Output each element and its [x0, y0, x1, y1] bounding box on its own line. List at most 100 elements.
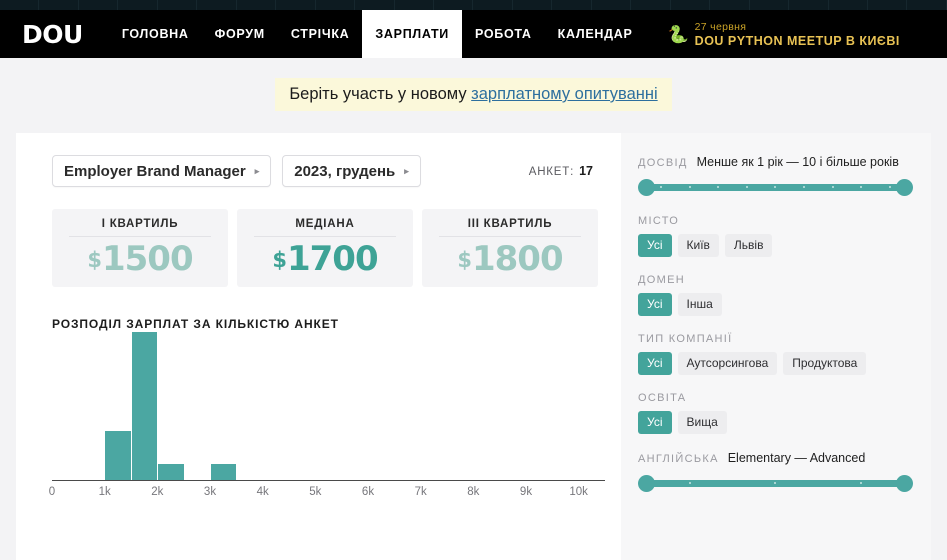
filter-experience-label: ДОСВІД — [638, 157, 688, 169]
chart-x-axis: 0 1k 2k 3k 4k 5k 6k 7k 8k 9k 10k — [49, 483, 605, 505]
chart-plot-area — [52, 321, 605, 481]
slider-tick — [831, 186, 834, 188]
filter-chip-0[interactable]: Усі — [638, 352, 672, 375]
experience-slider-handle-min[interactable] — [638, 178, 655, 196]
filter-chip-1[interactable]: Аутсорсингова — [677, 352, 778, 375]
salaries-panel: Employer Brand Manager ▸ 2023, грудень ▸… — [16, 133, 931, 560]
nav-item-2[interactable]: СТРІЧКА — [278, 10, 363, 58]
filter-english-label: АНГЛІЙСЬКА — [638, 453, 719, 465]
filter-chip-0[interactable]: Усі — [638, 411, 672, 434]
strip-segment — [868, 0, 908, 10]
strip-segment — [710, 0, 750, 10]
stat-card-value: $1700 — [272, 239, 378, 279]
nav-item-4[interactable]: РОБОТА — [462, 10, 545, 58]
chart-bar[interactable] — [210, 463, 237, 480]
strip-segment — [316, 0, 356, 10]
filter-english-range: Elementary — Advanced — [727, 451, 866, 465]
x-axis-tick-label: 5k — [309, 486, 322, 498]
responses-count: АНКЕТ: 17 — [529, 164, 601, 178]
experience-slider-track[interactable] — [647, 183, 904, 191]
chart-bar[interactable] — [104, 430, 131, 480]
filter-chip-2[interactable]: Продуктова — [783, 352, 867, 375]
strip-segment — [237, 0, 277, 10]
strip-segment — [39, 0, 79, 10]
filter-chip-1[interactable]: Вища — [677, 411, 727, 434]
english-range-slider[interactable] — [638, 472, 913, 494]
survey-banner-text: Беріть участь у новому — [289, 85, 472, 103]
slider-tick — [803, 186, 805, 188]
x-axis-tick-label: 8k — [467, 486, 480, 498]
strip-segment — [158, 0, 198, 10]
stat-card-title: I КВАРТИЛЬ — [69, 218, 211, 237]
strip-segment — [395, 0, 434, 10]
english-slider-handle-max[interactable] — [896, 474, 913, 492]
responses-count-label: АНКЕТ: — [528, 166, 575, 178]
strip-segment — [907, 0, 947, 10]
filter-city: МІСТО Усі Київ Львів — [638, 215, 913, 257]
strip-segment — [118, 0, 158, 10]
stat-card-value: $1500 — [87, 239, 193, 279]
filter-domain-chips: Усі Інша — [638, 293, 913, 316]
filter-chip-1[interactable]: Інша — [677, 293, 722, 316]
period-select-value: 2023, грудень — [294, 162, 396, 180]
slider-tick — [745, 186, 748, 188]
x-axis-tick-label: 10k — [569, 486, 588, 498]
salaries-main: Employer Brand Manager ▸ 2023, грудень ▸… — [16, 133, 621, 560]
filter-experience: ДОСВІД Менше як 1 рік — 10 і більше рокі… — [638, 155, 913, 198]
promo-banner-link[interactable]: 🐍 27 червня DOU PYTHON MEETUP В КИЄВІ — [668, 10, 900, 58]
filter-company-type: ТИП КОМПАНІЇ Усі Аутсорсингова Продуктова — [638, 333, 913, 375]
survey-banner-link[interactable]: зарплатному опитуванні — [471, 85, 657, 103]
x-axis-tick-label: 7k — [414, 486, 427, 498]
slider-tick — [688, 186, 691, 188]
filter-company-type-chips: Усі Аутсорсингова Продуктова — [638, 352, 913, 375]
stat-card-title: МЕДІАНА — [254, 218, 396, 237]
filter-domain-label: ДОМЕН — [638, 274, 685, 286]
filter-chip-0[interactable]: Усі — [638, 234, 672, 257]
x-axis-tick-label: 3k — [203, 486, 217, 498]
stat-card-title: III КВАРТИЛЬ — [439, 218, 581, 237]
slider-tick — [660, 186, 663, 188]
filter-education-label: ОСВІТА — [638, 392, 687, 404]
filter-chip-2[interactable]: Львів — [724, 234, 773, 257]
main-navigation: DOU ГОЛОВНА ФОРУМ СТРІЧКА ЗАРПЛАТИ РОБОТА КАЛ… — [0, 10, 947, 58]
filter-education: ОСВІТА Усі Вища — [638, 392, 913, 434]
filter-company-type-label: ТИП КОМПАНІЇ — [638, 333, 733, 345]
promo-date: 27 червня — [694, 20, 747, 33]
chart-bar[interactable] — [131, 332, 158, 480]
promo-title: DOU PYTHON MEETUP В КИЄВІ — [694, 33, 900, 48]
english-slider-handle-min[interactable] — [638, 474, 655, 492]
nav-item-1[interactable]: ФОРУМ — [202, 10, 278, 58]
period-select[interactable]: 2023, грудень ▸ — [282, 155, 421, 187]
strip-segment — [79, 0, 119, 10]
position-select[interactable]: Employer Brand Manager ▸ — [52, 155, 272, 187]
site-logo[interactable]: DOU — [22, 10, 83, 58]
strip-segment — [552, 0, 592, 10]
salary-stat-cards: I КВАРТИЛЬ $1500 МЕДІАНА $1700 III КВАРТИЛЬ $… — [52, 209, 601, 287]
stat-card-value: $1800 — [457, 239, 563, 279]
filter-chip-1[interactable]: Київ — [677, 234, 719, 257]
x-axis-tick-label: 1k — [98, 486, 111, 498]
filters-sidebar: ДОСВІД Менше як 1 рік — 10 і більше рокі… — [621, 133, 931, 560]
filter-experience-range: Менше як 1 рік — 10 і більше років — [696, 155, 899, 169]
filter-english: АНГЛІЙСЬКА Elementary — Advanced — [638, 451, 913, 494]
slider-tick — [860, 482, 863, 484]
nav-item-0[interactable]: ГОЛОВНА — [109, 10, 202, 58]
filter-city-chips: Усі Київ Львів — [638, 234, 913, 257]
experience-slider-handle-max[interactable] — [896, 178, 913, 196]
stat-card-1: МЕДІАНА $1700 — [237, 209, 413, 287]
x-axis-tick-label: 4k — [256, 486, 269, 498]
chart-bar[interactable] — [157, 463, 184, 480]
slider-tick — [688, 482, 691, 484]
currency-symbol: $ — [457, 248, 472, 272]
x-axis-tick-label: 6k — [361, 486, 375, 498]
strip-segment — [276, 0, 316, 10]
filter-chip-0[interactable]: Усі — [638, 293, 672, 316]
responses-count-value: 17 — [579, 164, 593, 178]
nav-item-3[interactable]: ЗАРПЛАТИ — [362, 10, 462, 58]
chevron-right-icon: ▸ — [404, 165, 409, 176]
english-slider-track[interactable] — [647, 479, 904, 487]
nav-item-5[interactable]: КАЛЕНДАР — [545, 10, 646, 58]
experience-range-slider[interactable] — [638, 176, 913, 198]
survey-banner-row: Беріть участь у новому зарплатному опиту… — [0, 58, 947, 131]
top-decorative-strip — [0, 0, 947, 10]
